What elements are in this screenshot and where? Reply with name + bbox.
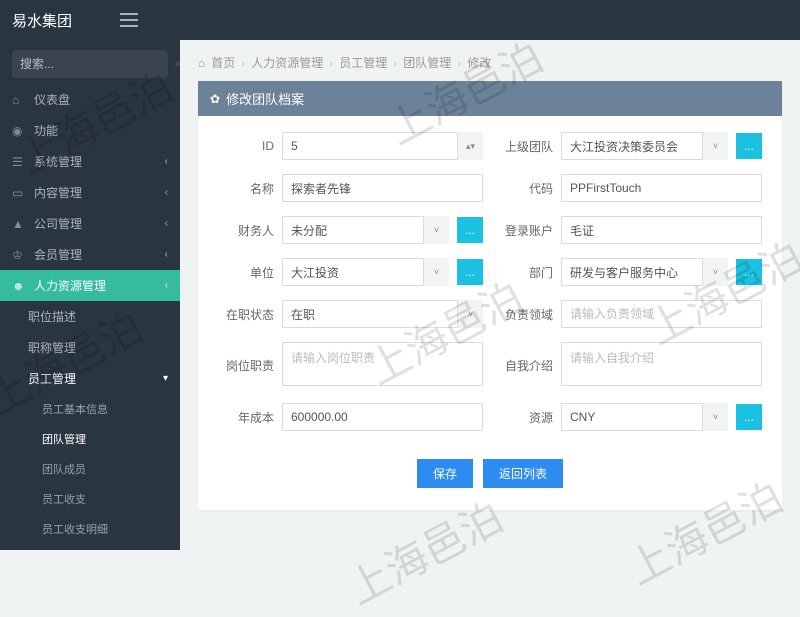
trophy-icon: ♔ (12, 248, 26, 262)
hamburger-icon (120, 13, 138, 27)
search-icon: ⌕ (175, 58, 180, 71)
nav-content[interactable]: ▭内容管理‹ (0, 177, 180, 208)
save-button[interactable]: 保存 (417, 459, 473, 488)
gear-icon: ✿ (210, 92, 220, 106)
annual-cost-label: 年成本 (218, 409, 274, 426)
nav-functions[interactable]: ◉功能 (0, 115, 180, 146)
nav-job-desc[interactable]: 职位描述 (0, 301, 180, 332)
dept-more-button[interactable]: ... (736, 259, 762, 285)
brand: 易水集团 (12, 10, 72, 31)
breadcrumb: ⌂ 首页› 人力资源管理› 员工管理› 团队管理› 修改 (180, 50, 800, 81)
chevron-left-icon: ‹ (165, 187, 168, 198)
nav-emp-inout[interactable]: 员工收支 (0, 484, 180, 514)
panel-head: ✿ 修改团队档案 (198, 81, 782, 116)
chevron-left-icon: ‹ (165, 249, 168, 260)
nav-team-mgmt[interactable]: 团队管理 (0, 424, 180, 454)
nav-emp-mgmt[interactable]: 员工管理▾ (0, 363, 180, 394)
unit-more-button[interactable]: ... (457, 259, 483, 285)
menu-toggle[interactable] (120, 13, 138, 27)
nav-emp-info[interactable]: 员工基本信息 (0, 394, 180, 424)
currency-more-button[interactable]: ... (736, 404, 762, 430)
nav-team-members[interactable]: 团队成员 (0, 454, 180, 484)
crumb[interactable]: 员工管理 (339, 54, 387, 71)
crumb[interactable]: 团队管理 (403, 54, 451, 71)
currency-label: 资源 (497, 409, 553, 426)
chevron-down-icon: ▾ (163, 373, 168, 384)
book-icon: ▭ (12, 186, 26, 200)
chevron-left-icon: ‹ (165, 218, 168, 229)
panel-body: ID ▴▾ 上级团队 ˅ ... 名称 代码 (198, 116, 782, 510)
status-select[interactable] (282, 300, 483, 328)
unit-label: 单位 (218, 264, 274, 281)
duty-area-input[interactable] (561, 300, 762, 328)
parent-team-label: 上级团队 (497, 138, 553, 155)
annual-cost-input[interactable] (282, 403, 483, 431)
finance-select[interactable] (282, 216, 449, 244)
chevron-left-icon: ‹ (165, 280, 168, 291)
name-label: 名称 (218, 180, 274, 197)
self-intro-textarea[interactable] (561, 342, 762, 386)
search-input[interactable] (20, 57, 175, 71)
crumb[interactable]: 人力资源管理 (251, 54, 323, 71)
topbar: 易水集团 (0, 0, 800, 40)
parent-team-select[interactable] (561, 132, 728, 160)
duty-area-label: 负责领域 (497, 306, 553, 323)
globe-icon: ◉ (12, 124, 26, 138)
gear-icon: ☰ (12, 155, 26, 169)
code-label: 代码 (497, 180, 553, 197)
finance-label: 财务人 (218, 222, 274, 239)
login-label: 登录账户 (497, 222, 553, 239)
job-desc-label: 岗位职责 (218, 357, 274, 374)
crumb[interactable]: 首页 (211, 54, 235, 71)
nav-member[interactable]: ♔会员管理‹ (0, 239, 180, 270)
nav-hr[interactable]: ☻人力资源管理‹ (0, 270, 180, 301)
self-intro-label: 自我介绍 (497, 357, 553, 374)
nav-title-mgmt[interactable]: 职称管理 (0, 332, 180, 363)
dept-select[interactable] (561, 258, 728, 286)
login-input[interactable] (561, 216, 762, 244)
job-desc-textarea[interactable] (282, 342, 483, 386)
name-input[interactable] (282, 174, 483, 202)
panel-title: 修改团队档案 (226, 89, 304, 108)
search-box[interactable]: ⌕ (12, 50, 168, 78)
parent-team-more-button[interactable]: ... (736, 133, 762, 159)
nav-dashboard[interactable]: ⌂仪表盘 (0, 84, 180, 115)
nav-emp-inout-detail[interactable]: 员工收支明细 (0, 514, 180, 544)
id-label: ID (218, 139, 274, 153)
back-button[interactable]: 返回列表 (483, 459, 563, 488)
building-icon: ▲ (12, 217, 26, 231)
dept-label: 部门 (497, 264, 553, 281)
panel: ✿ 修改团队档案 ID ▴▾ 上级团队 ˅ ... (198, 81, 782, 510)
id-input[interactable] (282, 132, 483, 160)
code-input[interactable] (561, 174, 762, 202)
home-icon: ⌂ (12, 93, 26, 107)
finance-more-button[interactable]: ... (457, 217, 483, 243)
nav-company[interactable]: ▲公司管理‹ (0, 208, 180, 239)
unit-select[interactable] (282, 258, 449, 286)
main: ⌂ 首页› 人力资源管理› 员工管理› 团队管理› 修改 ✿ 修改团队档案 ID… (180, 40, 800, 550)
crumb: 修改 (467, 54, 491, 71)
users-icon: ☻ (12, 279, 26, 293)
nav-system[interactable]: ☰系统管理‹ (0, 146, 180, 177)
action-bar: 保存 返回列表 (218, 445, 762, 494)
sidebar: ⌕ ⌂仪表盘 ◉功能 ☰系统管理‹ ▭内容管理‹ ▲公司管理‹ ♔会员管理‹ ☻… (0, 40, 180, 550)
currency-select[interactable] (561, 403, 728, 431)
chevron-left-icon: ‹ (165, 156, 168, 167)
home-icon: ⌂ (198, 56, 205, 70)
status-label: 在职状态 (218, 306, 274, 323)
